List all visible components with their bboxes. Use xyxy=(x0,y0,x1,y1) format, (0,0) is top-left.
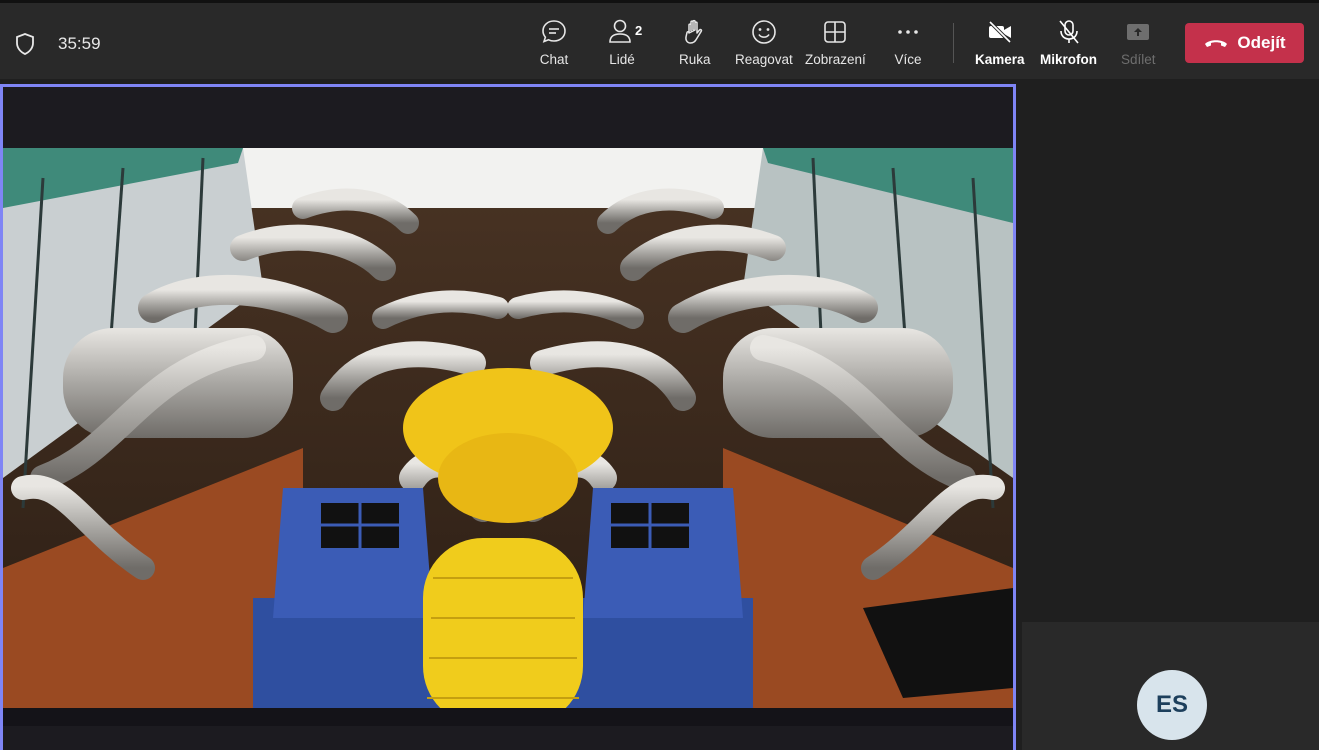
hand-icon xyxy=(684,19,702,44)
hang-up-icon xyxy=(1205,40,1228,47)
chat-button[interactable]: Chat xyxy=(539,17,569,73)
microphone-toggle[interactable]: Mikrofon xyxy=(1040,17,1097,73)
people-count-badge: 2 xyxy=(635,23,643,38)
share-tray-icon xyxy=(1127,24,1150,40)
share-label: Sdílet xyxy=(1121,52,1156,67)
camera-toggle[interactable]: Kamera xyxy=(975,17,1025,73)
raise-hand-label: Ruka xyxy=(679,52,711,67)
people-label: Lidé xyxy=(609,52,635,67)
shield-icon[interactable] xyxy=(14,32,36,56)
view-label: Zobrazení xyxy=(805,52,866,67)
grid-view-icon xyxy=(824,21,847,43)
microphone-off-icon xyxy=(1058,20,1079,44)
camera-label: Kamera xyxy=(975,52,1025,67)
meeting-toolbar: 35:59 Chat 2 Lidé Ruka Reagovat Zobrazen… xyxy=(0,0,1319,79)
more-dots-icon xyxy=(898,30,918,34)
view-button[interactable]: Zobrazení xyxy=(805,17,866,73)
leave-label: Odejít xyxy=(1237,33,1286,52)
toolbar-divider xyxy=(953,23,954,63)
raise-hand-button[interactable]: Ruka xyxy=(679,17,711,73)
participant-tile[interactable]: ES xyxy=(1022,622,1319,750)
share-button: Sdílet xyxy=(1121,17,1156,73)
microphone-label: Mikrofon xyxy=(1040,52,1097,67)
more-label: Více xyxy=(894,52,922,67)
camera-off-icon xyxy=(988,20,1012,44)
shared-video-frame xyxy=(3,148,1013,726)
more-button[interactable]: Více xyxy=(893,17,923,73)
people-button[interactable]: 2 Lidé xyxy=(607,17,642,73)
industrial-hall-video-image xyxy=(3,148,1013,726)
avatar: ES xyxy=(1137,670,1207,740)
people-icon xyxy=(609,19,631,43)
chat-icon xyxy=(542,20,566,43)
shared-video-stage xyxy=(0,84,1016,750)
chat-label: Chat xyxy=(539,52,569,67)
participants-panel xyxy=(1022,79,1319,622)
smiley-icon xyxy=(752,20,776,44)
react-button[interactable]: Reagovat xyxy=(735,17,793,73)
leave-button[interactable]: Odejít xyxy=(1185,23,1304,63)
react-label: Reagovat xyxy=(735,52,793,67)
meeting-timer: 35:59 xyxy=(58,34,101,53)
